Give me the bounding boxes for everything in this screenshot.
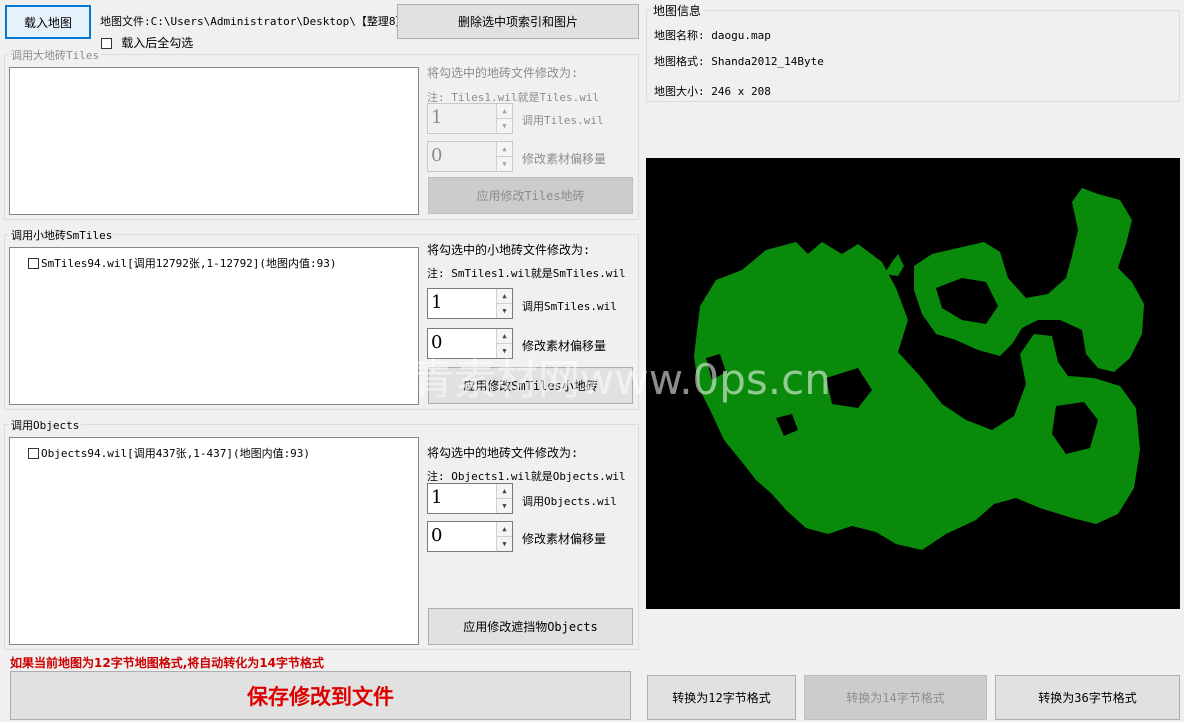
- spinner-up-icon[interactable]: ▲: [497, 522, 512, 537]
- tiles-index-value: 1: [431, 107, 443, 128]
- save-to-file-button[interactable]: 保存修改到文件: [10, 671, 631, 720]
- tiles-list[interactable]: [9, 67, 419, 215]
- map-file-label: 地图文件:C:\Users\Administrator\Desktop\【整理8…: [100, 15, 414, 28]
- checkbox-icon[interactable]: [101, 38, 112, 49]
- tiles-offset-spinner[interactable]: 0 ▲ ▼: [427, 141, 513, 172]
- smtiles-note: 注: SmTiles1.wil就是SmTiles.wil: [427, 267, 626, 280]
- objects-group-title: 调用Objects: [9, 417, 82, 433]
- smtiles-list[interactable]: SmTiles94.wil[调用12792张,1-12792](地图内值:93): [9, 247, 419, 405]
- convert-to-14-byte-button[interactable]: 转换为14字节格式: [804, 675, 987, 720]
- smtiles-modify-label: 将勾选中的小地砖文件修改为:: [427, 243, 591, 257]
- apply-tiles-button[interactable]: 应用修改Tiles地砖: [428, 177, 633, 214]
- map-name-text: 地图名称: daogu.map: [654, 29, 771, 42]
- checkbox-icon[interactable]: [28, 448, 39, 459]
- spinner-up-icon[interactable]: ▲: [497, 329, 512, 344]
- spinner-down-icon[interactable]: ▼: [497, 119, 512, 133]
- objects-offset-value: 0: [431, 525, 443, 546]
- map-size-text: 地图大小: 246 x 208: [654, 85, 771, 98]
- list-item[interactable]: SmTiles94.wil[调用12792张,1-12792](地图内值:93): [28, 255, 337, 271]
- map-info-title: 地图信息: [651, 2, 704, 19]
- watermark-text: 青素材网www.0ps.cn: [412, 355, 831, 404]
- spinner-up-icon[interactable]: ▲: [497, 104, 512, 119]
- spinner-down-icon[interactable]: ▼: [497, 157, 512, 171]
- convert-to-36-byte-button[interactable]: 转换为36字节格式: [995, 675, 1180, 720]
- checkbox-icon[interactable]: [28, 258, 39, 269]
- smtiles-index-spinner[interactable]: 1 ▲ ▼: [427, 288, 513, 319]
- select-all-after-load-label: 载入后全勾选: [121, 36, 194, 50]
- objects-modify-label: 将勾选中的地砖文件修改为:: [427, 446, 579, 460]
- spinner-up-icon[interactable]: ▲: [497, 484, 512, 499]
- objects-index-label: 调用Objects.wil: [522, 495, 617, 508]
- convert-to-12-byte-button[interactable]: 转换为12字节格式: [647, 675, 796, 720]
- tiles-modify-label: 将勾选中的地砖文件修改为:: [427, 66, 579, 80]
- spinner-up-icon[interactable]: ▲: [497, 142, 512, 157]
- spinner-up-icon[interactable]: ▲: [497, 289, 512, 304]
- load-map-button[interactable]: 载入地图: [5, 5, 91, 39]
- format-warning-text: 如果当前地图为12字节地图格式,将自动转化为14字节格式: [10, 656, 324, 670]
- delete-selected-button[interactable]: 删除选中项索引和图片: [397, 4, 639, 39]
- smtiles-group-title: 调用小地砖SmTiles: [9, 227, 115, 243]
- spinner-down-icon[interactable]: ▼: [497, 537, 512, 551]
- objects-note: 注: Objects1.wil就是Objects.wil: [427, 470, 626, 483]
- spinner-down-icon[interactable]: ▼: [497, 304, 512, 318]
- objects-list[interactable]: Objects94.wil[调用437张,1-437](地图内值:93): [9, 437, 419, 645]
- smtiles-index-value: 1: [431, 292, 443, 313]
- list-item[interactable]: Objects94.wil[调用437张,1-437](地图内值:93): [28, 445, 310, 461]
- list-item-label: SmTiles94.wil[调用12792张,1-12792](地图内值:93): [41, 257, 337, 270]
- objects-offset-label: 修改素材偏移量: [522, 532, 607, 546]
- spinner-down-icon[interactable]: ▼: [497, 499, 512, 513]
- map-format-text: 地图格式: Shanda2012_14Byte: [654, 55, 824, 68]
- tiles-index-label: 调用Tiles.wil: [522, 114, 604, 127]
- objects-offset-spinner[interactable]: 0 ▲ ▼: [427, 521, 513, 552]
- list-item-label: Objects94.wil[调用437张,1-437](地图内值:93): [41, 447, 311, 460]
- tiles-offset-value: 0: [431, 145, 443, 166]
- objects-index-spinner[interactable]: 1 ▲ ▼: [427, 483, 513, 514]
- apply-objects-button[interactable]: 应用修改遮挡物Objects: [428, 608, 633, 645]
- smtiles-index-label: 调用SmTiles.wil: [522, 300, 617, 313]
- select-all-after-load-checkbox[interactable]: 载入后全勾选: [101, 34, 193, 51]
- tiles-offset-label: 修改素材偏移量: [522, 152, 607, 166]
- tiles-index-spinner[interactable]: 1 ▲ ▼: [427, 103, 513, 134]
- tiles-group-title: 调用大地砖Tiles: [9, 47, 102, 63]
- objects-index-value: 1: [431, 487, 443, 508]
